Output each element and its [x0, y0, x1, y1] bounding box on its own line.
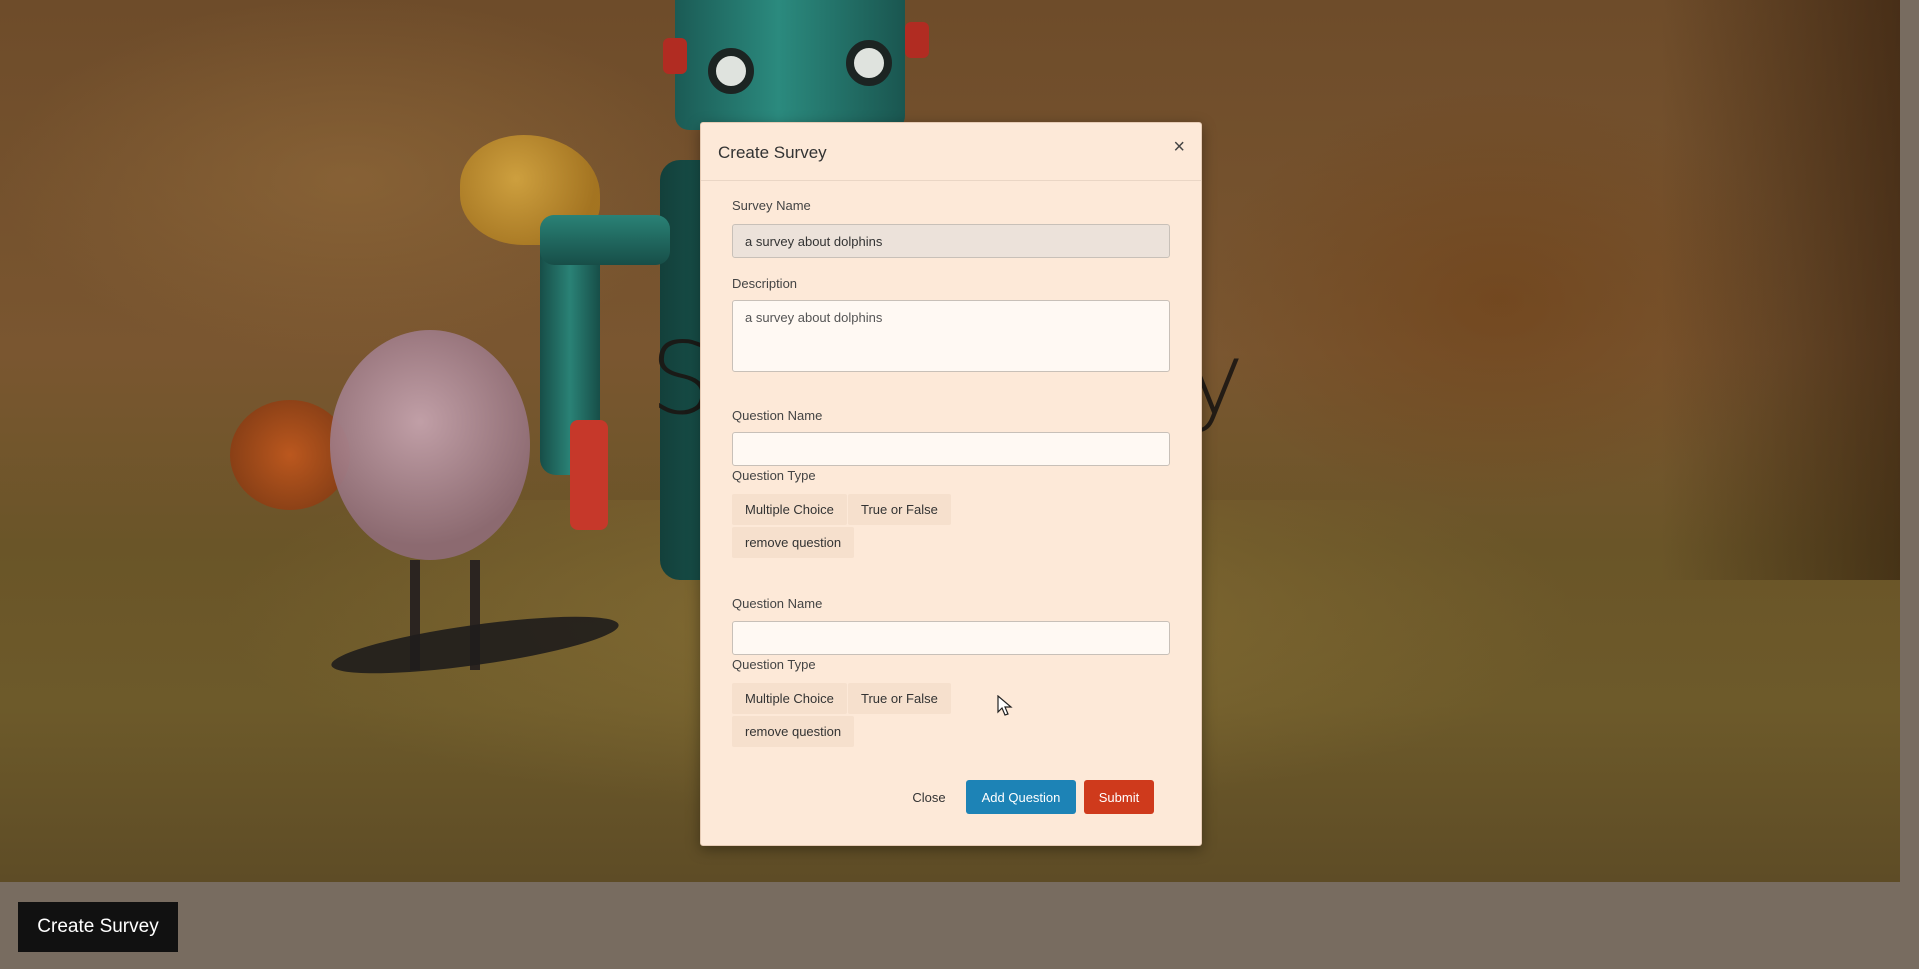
toy-robot-shoulder — [540, 215, 670, 265]
toy-robot-claw — [570, 420, 608, 530]
modal-title: Create Survey — [718, 143, 827, 162]
description-textarea[interactable]: a survey about dolphins — [732, 300, 1170, 372]
multiple-choice-button[interactable]: Multiple Choice — [732, 683, 847, 714]
bottom-bar — [0, 882, 1919, 969]
background-wall-shadow — [1660, 0, 1900, 580]
question-name-input[interactable] — [732, 621, 1170, 655]
question-type-label: Question Type — [732, 468, 816, 483]
question-name-label: Question Name — [732, 596, 823, 611]
close-button[interactable]: Close — [901, 780, 957, 814]
remove-question-button[interactable]: remove question — [732, 716, 855, 747]
description-label: Description — [732, 276, 798, 291]
multiple-choice-button[interactable]: Multiple Choice — [732, 494, 847, 525]
toy-robot-bolt — [663, 38, 687, 74]
submit-button[interactable]: Submit — [1084, 780, 1154, 814]
question-name-input[interactable] — [732, 432, 1170, 466]
create-survey-button[interactable]: Create Survey — [18, 902, 178, 952]
toy-bird-body — [330, 330, 530, 560]
create-survey-modal: Create Survey × Survey Name Description … — [700, 122, 1202, 846]
toy-robot-eye — [846, 40, 892, 86]
question-name-label: Question Name — [732, 408, 823, 423]
add-question-button[interactable]: Add Question — [966, 780, 1076, 814]
true-or-false-button[interactable]: True or False — [848, 683, 951, 714]
close-icon[interactable]: × — [1173, 137, 1185, 157]
survey-name-label: Survey Name — [732, 198, 811, 213]
remove-question-button[interactable]: remove question — [732, 527, 855, 558]
toy-robot-bolt — [905, 22, 929, 58]
modal-header: Create Survey × — [701, 123, 1201, 181]
true-or-false-button[interactable]: True or False — [848, 494, 951, 525]
survey-name-input[interactable] — [732, 224, 1170, 258]
question-type-label: Question Type — [732, 657, 816, 672]
toy-robot-eye — [708, 48, 754, 94]
